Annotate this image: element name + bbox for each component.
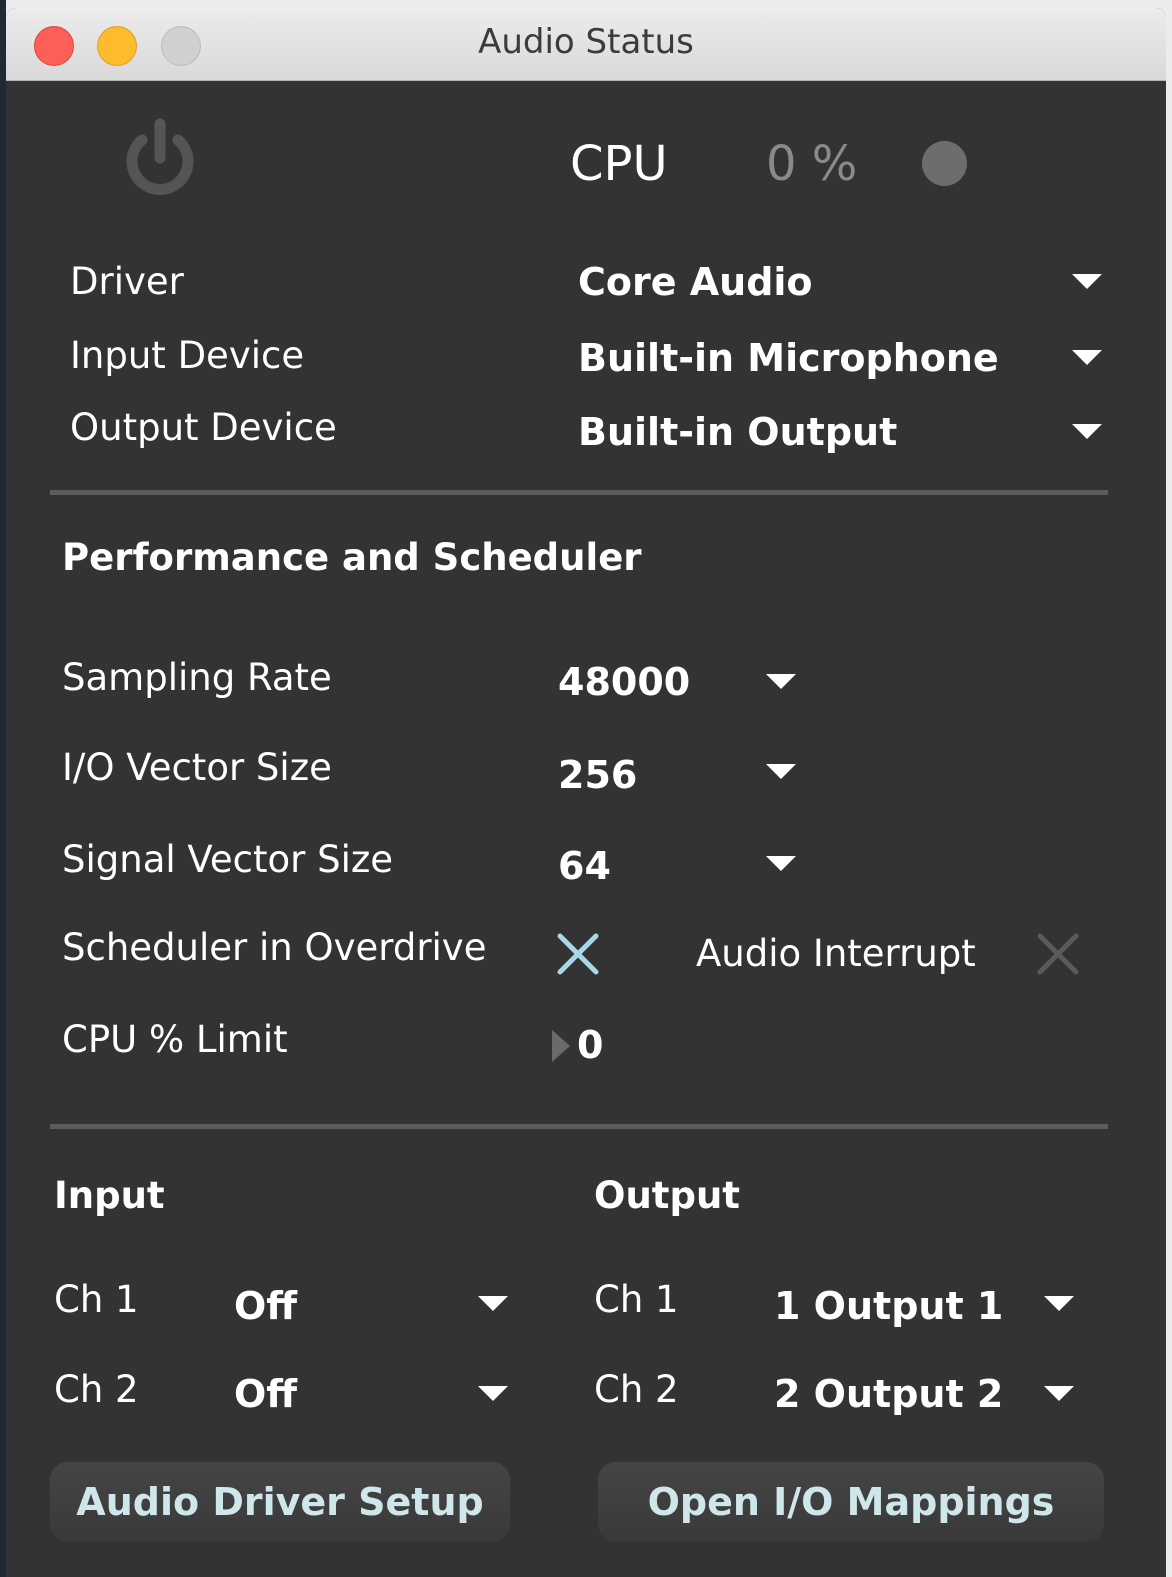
sampling-rate-label: Sampling Rate bbox=[62, 656, 332, 699]
output-ch2-label: Ch 2 bbox=[594, 1368, 679, 1411]
io-vector-size-value[interactable]: 256 bbox=[558, 753, 637, 797]
signal-vector-size-value[interactable]: 64 bbox=[558, 844, 611, 888]
overdrive-toggle-x-icon[interactable] bbox=[556, 932, 600, 976]
cpu-limit-triangle-icon bbox=[552, 1030, 570, 1062]
input-ch1-dropdown-arrow-icon[interactable] bbox=[478, 1296, 508, 1311]
output-ch1-value[interactable]: 1 Output 1 bbox=[774, 1284, 1003, 1328]
output-device-value[interactable]: Built-in Output bbox=[578, 410, 897, 454]
output-device-dropdown-arrow-icon[interactable] bbox=[1072, 424, 1102, 439]
input-ch2-dropdown-arrow-icon[interactable] bbox=[478, 1386, 508, 1401]
driver-dropdown-arrow-icon[interactable] bbox=[1072, 274, 1102, 289]
audio-driver-setup-button[interactable]: Audio Driver Setup bbox=[50, 1462, 510, 1542]
input-ch2-value[interactable]: Off bbox=[234, 1372, 297, 1416]
scheduler-overdrive-label: Scheduler in Overdrive bbox=[62, 926, 487, 969]
section-divider bbox=[50, 490, 1108, 495]
cpu-indicator-led bbox=[922, 141, 967, 186]
signal-vector-size-dropdown-arrow-icon[interactable] bbox=[766, 856, 796, 871]
audio-status-window: Audio Status CPU 0 % Driver Core Audio I… bbox=[6, 8, 1166, 1577]
input-ch1-label: Ch 1 bbox=[54, 1278, 139, 1321]
input-heading: Input bbox=[54, 1174, 165, 1217]
output-ch1-label: Ch 1 bbox=[594, 1278, 679, 1321]
signal-vector-size-label: Signal Vector Size bbox=[62, 838, 394, 881]
input-device-dropdown-arrow-icon[interactable] bbox=[1072, 350, 1102, 365]
driver-value[interactable]: Core Audio bbox=[578, 260, 813, 304]
output-ch2-dropdown-arrow-icon[interactable] bbox=[1044, 1386, 1074, 1401]
output-ch1-dropdown-arrow-icon[interactable] bbox=[1044, 1296, 1074, 1311]
audio-interrupt-label: Audio Interrupt bbox=[696, 932, 976, 975]
sampling-rate-value[interactable]: 48000 bbox=[558, 660, 690, 704]
output-ch2-value[interactable]: 2 Output 2 bbox=[774, 1372, 1003, 1416]
io-vector-size-dropdown-arrow-icon[interactable] bbox=[766, 764, 796, 779]
output-heading: Output bbox=[594, 1174, 740, 1217]
cpu-limit-label: CPU % Limit bbox=[62, 1018, 288, 1061]
driver-label: Driver bbox=[70, 260, 184, 303]
power-icon[interactable] bbox=[118, 116, 202, 200]
open-io-mappings-button[interactable]: Open I/O Mappings bbox=[598, 1462, 1104, 1542]
input-ch1-value[interactable]: Off bbox=[234, 1284, 297, 1328]
cpu-limit-value[interactable]: 0 bbox=[577, 1023, 603, 1067]
input-device-value[interactable]: Built-in Microphone bbox=[578, 336, 999, 380]
section-divider bbox=[50, 1124, 1108, 1129]
sampling-rate-dropdown-arrow-icon[interactable] bbox=[766, 674, 796, 689]
cpu-label: CPU bbox=[570, 136, 668, 192]
title-bar: Audio Status bbox=[6, 8, 1166, 81]
output-device-label: Output Device bbox=[70, 406, 337, 449]
audio-interrupt-toggle-x-icon[interactable] bbox=[1036, 932, 1080, 976]
window-title: Audio Status bbox=[478, 22, 694, 62]
performance-heading: Performance and Scheduler bbox=[62, 536, 642, 579]
input-ch2-label: Ch 2 bbox=[54, 1368, 139, 1411]
io-vector-size-label: I/O Vector Size bbox=[62, 746, 332, 789]
cpu-value: 0 % bbox=[766, 136, 858, 192]
input-device-label: Input Device bbox=[70, 334, 305, 377]
